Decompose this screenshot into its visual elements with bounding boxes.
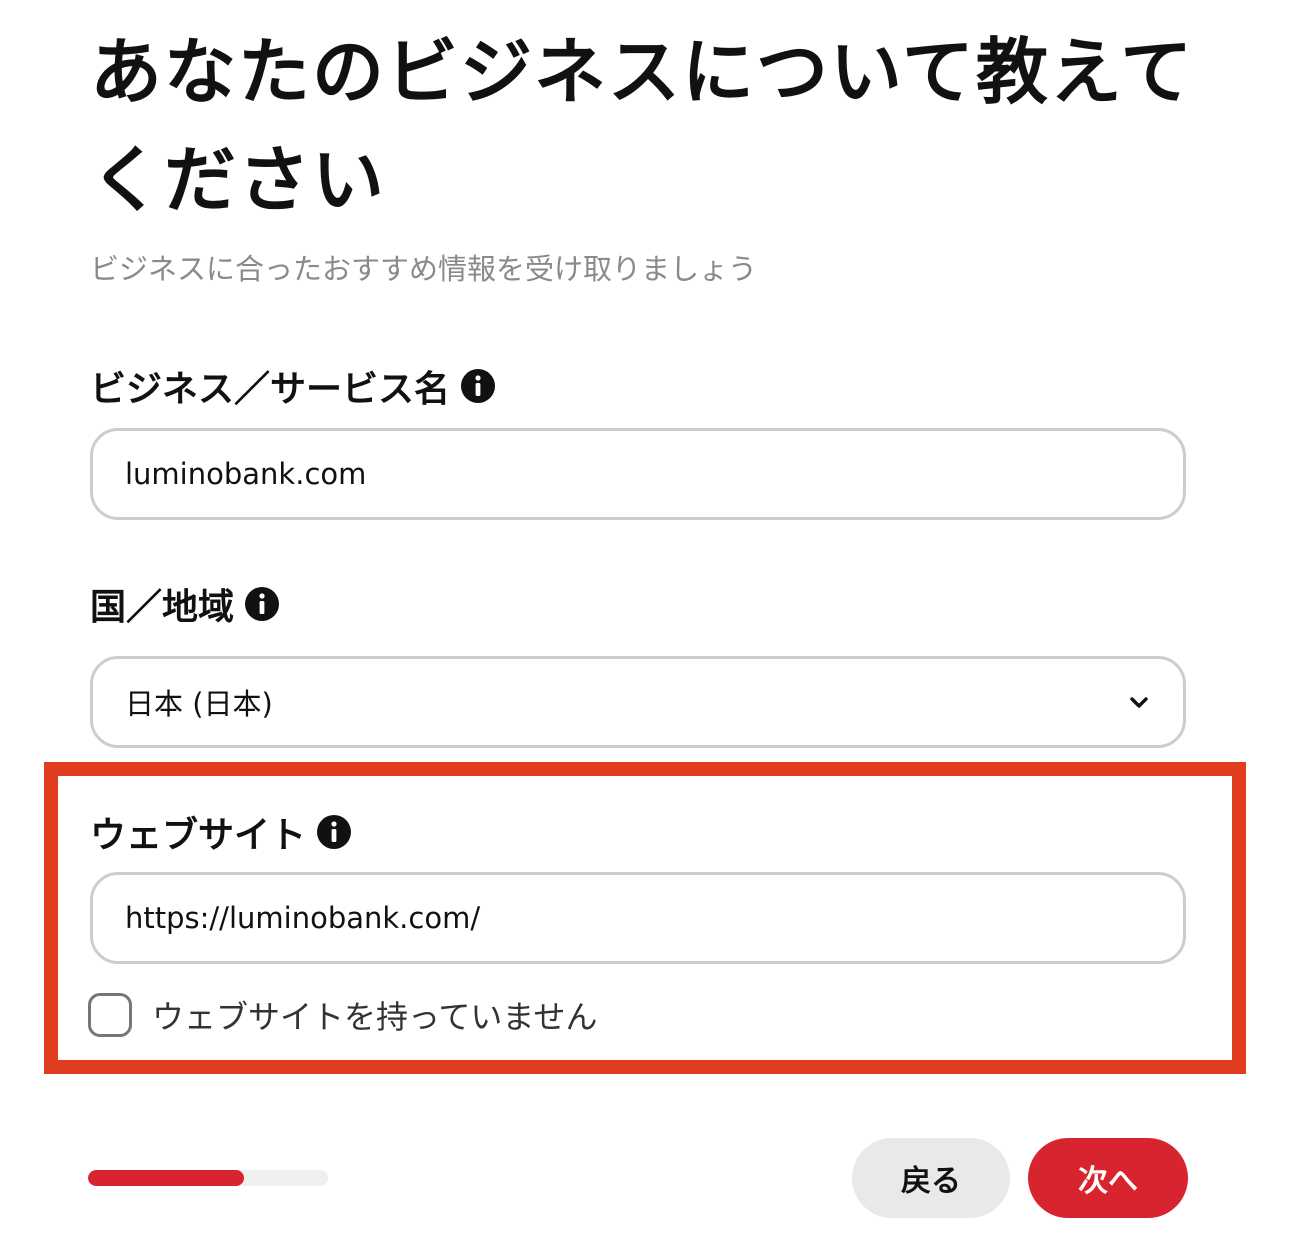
country-select[interactable]: 日本 (日本) (90, 656, 1186, 748)
country-select-value: 日本 (日本) (125, 687, 273, 721)
page-subtitle: ビジネスに合ったおすすめ情報を受け取りましょう (90, 252, 758, 286)
no-website-checkbox[interactable] (88, 993, 132, 1037)
business-name-label-text: ビジネス／サービス名 (90, 369, 451, 410)
back-button[interactable]: 戻る (852, 1138, 1010, 1218)
chevron-down-icon (1130, 697, 1148, 708)
website-field[interactable] (90, 872, 1186, 964)
website-label-text: ウェブサイト (90, 815, 307, 856)
business-name-field[interactable] (90, 428, 1186, 520)
progress-bar-fill (88, 1170, 244, 1186)
website-label: ウェブサイト (90, 806, 352, 858)
no-website-checkbox-label[interactable]: ウェブサイトを持っていません (152, 992, 597, 1038)
no-website-option[interactable]: ウェブサイトを持っていません (88, 992, 597, 1038)
country-label-text: 国／地域 (90, 587, 235, 628)
business-name-input[interactable] (125, 457, 1151, 491)
page-title: あなたのビジネスについて教えてください (90, 30, 1195, 222)
info-icon[interactable] (244, 586, 280, 622)
website-input[interactable] (125, 901, 1151, 935)
next-button[interactable]: 次へ (1028, 1138, 1188, 1218)
country-label: 国／地域 (90, 578, 280, 630)
info-icon[interactable] (316, 814, 352, 850)
info-icon[interactable] (460, 368, 496, 404)
business-name-label: ビジネス／サービス名 (90, 360, 496, 412)
progress-bar (88, 1170, 328, 1186)
